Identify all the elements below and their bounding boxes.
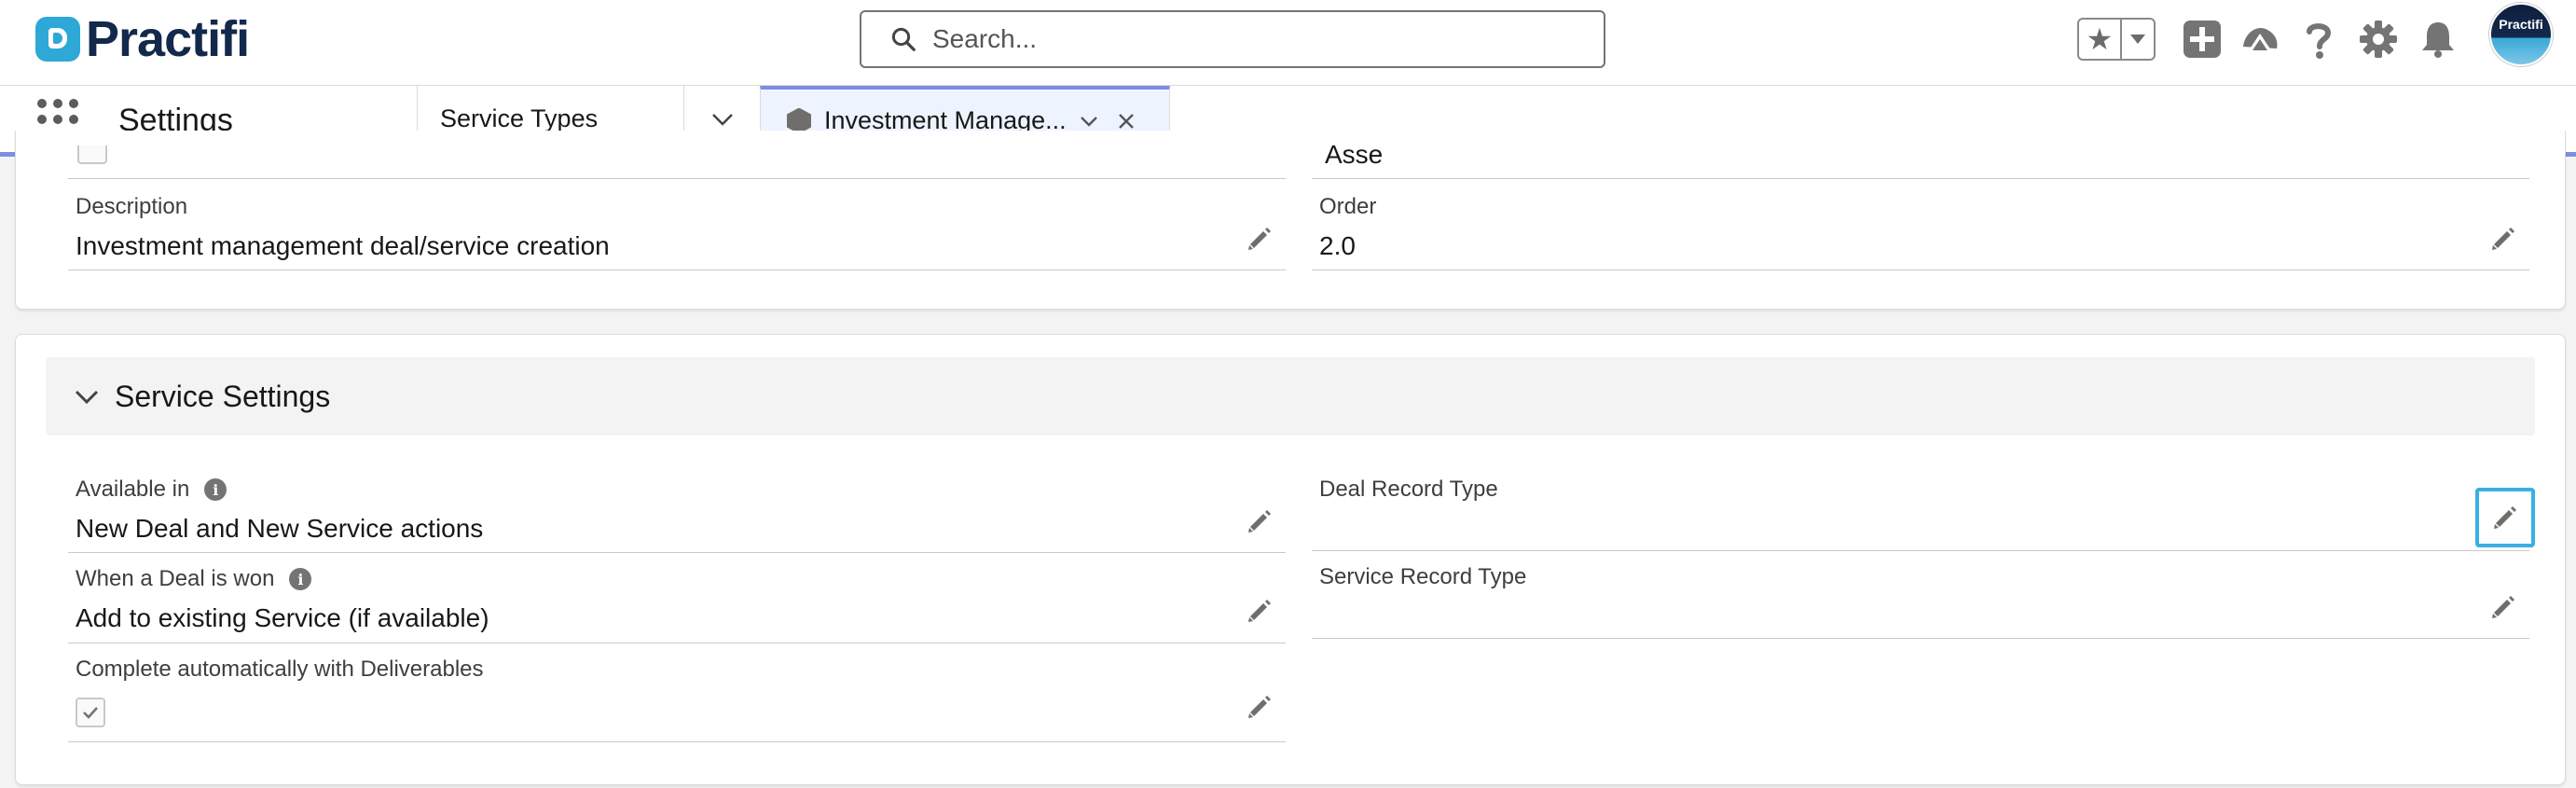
pencil-icon [1248,228,1271,250]
chevron-down-icon [1081,116,1097,127]
description-value: Investment management deal/service creat… [76,231,610,260]
edit-order-button[interactable] [2483,218,2524,259]
partial-field-value: Asse [1325,140,1384,169]
service-settings-card: Service Settings Available in i New Deal… [15,334,2566,785]
trailhead-button[interactable] [2238,17,2282,62]
pencil-icon [1248,600,1271,622]
pencil-icon [2494,506,2516,529]
available-in-label-text: Available in [76,477,190,502]
deal-won-value: Add to existing Service (if available) [76,603,489,632]
help-icon [2307,23,2332,59]
service-settings-section-header[interactable]: Service Settings [46,357,2535,435]
available-in-label: Available in i [76,477,227,503]
logo-text: Practifi [86,11,250,67]
deal-won-label-text: When a Deal is won [76,566,275,591]
avatar[interactable]: Practifi [2489,3,2553,66]
favorites-button[interactable]: ★ [2077,18,2156,61]
avatar-text: Practifi [2499,17,2543,32]
edit-deal-won-button[interactable] [1239,590,1280,631]
edit-service-record-type-button[interactable] [2483,587,2524,628]
partial-field-right: Asse [1312,131,2529,179]
edit-deal-record-type-button[interactable] [2475,488,2535,547]
partial-field-left [68,131,1286,179]
favorites-menu-button[interactable] [2122,20,2154,59]
pencil-icon [2492,228,2514,250]
deal-won-field: When a Deal is won i Add to existing Ser… [68,553,1286,643]
complete-automatically-label: Complete automatically with Deliverables [76,657,484,682]
complete-automatically-checkbox[interactable] [76,698,105,727]
global-actions-button[interactable] [2180,17,2225,62]
pencil-icon [1248,510,1271,532]
practifi-logo[interactable]: Practifi [35,11,250,67]
pencil-icon [1248,696,1271,718]
deal-record-type-field: Deal Record Type [1312,462,2535,551]
gear-icon [2360,21,2397,58]
edit-description-button[interactable] [1239,218,1280,259]
info-icon[interactable]: i [204,478,227,501]
service-record-type-label: Service Record Type [1319,564,1527,589]
deal-record-type-label: Deal Record Type [1319,477,1498,502]
section-title: Service Settings [115,379,331,413]
info-icon[interactable]: i [289,568,312,590]
search-input[interactable] [932,24,1585,54]
edit-available-in-button[interactable] [1239,501,1280,542]
order-label: Order [1319,194,1377,219]
description-label: Description [76,194,188,219]
global-header: Practifi ★ Practifi [0,0,2576,86]
order-value: 2.0 [1319,231,1356,260]
check-icon [83,707,98,719]
tab-label: Service Types [440,104,599,132]
star-icon[interactable]: ★ [2079,20,2122,59]
available-in-value: New Deal and New Service actions [76,514,484,543]
setup-button[interactable] [2356,17,2401,62]
pencil-icon [2492,596,2514,618]
add-icon [2183,21,2221,58]
deal-won-label: When a Deal is won i [76,566,312,592]
order-field: Order 2.0 [1312,179,2529,270]
close-icon [1119,113,1134,129]
description-field: Description Investment management deal/s… [68,179,1286,270]
notifications-button[interactable] [2416,17,2460,62]
chevron-down-icon [75,390,99,405]
bell-icon [2422,22,2454,58]
search-icon [891,27,916,51]
global-search[interactable] [860,10,1605,68]
practifi-logo-icon [35,17,80,62]
service-record-type-field: Service Record Type [1312,551,2529,639]
chevron-down-icon [711,113,733,126]
details-card: Asse Description Investment management d… [15,131,2566,310]
trailhead-icon [2243,28,2278,50]
available-in-field: Available in i New Deal and New Service … [68,462,1286,553]
help-button[interactable] [2296,17,2341,62]
complete-automatically-field: Complete automatically with Deliverables [68,643,1286,742]
edit-complete-automatically-button[interactable] [1239,686,1280,727]
chevron-down-icon [2130,35,2145,44]
